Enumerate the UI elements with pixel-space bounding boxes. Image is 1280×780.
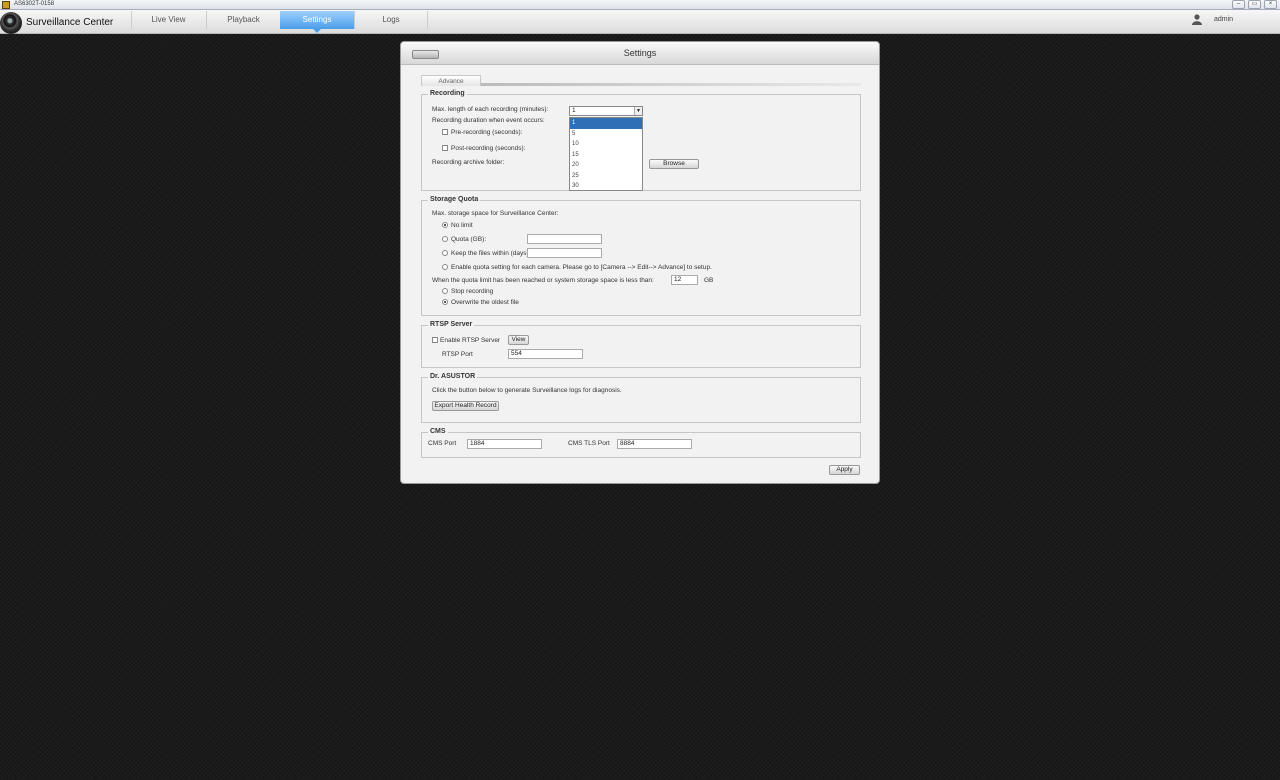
quota-gb-label: Quota (GB): bbox=[451, 236, 487, 243]
keep-days-input[interactable] bbox=[527, 248, 602, 258]
storage-quota-group: Storage Quota Max. storage space for Sur… bbox=[421, 196, 861, 316]
cms-tls-port-label: CMS TLS Port bbox=[568, 440, 610, 447]
max-storage-label: Max. storage space for Surveillance Cent… bbox=[432, 210, 559, 217]
overwrite-label: Overwrite the oldest file bbox=[451, 299, 519, 306]
quota-limit-unit: GB bbox=[704, 277, 714, 284]
stop-recording-radio[interactable] bbox=[442, 288, 448, 294]
quota-limit-input[interactable]: 12 bbox=[671, 275, 698, 285]
overwrite-radio[interactable] bbox=[442, 299, 448, 305]
user-icon[interactable] bbox=[1192, 14, 1202, 25]
no-limit-radio[interactable] bbox=[442, 222, 448, 228]
dr-asustor-legend: Dr. ASUSTOR bbox=[428, 373, 478, 380]
option-30[interactable]: 30 bbox=[570, 181, 642, 192]
user-name[interactable]: admin bbox=[1214, 16, 1233, 23]
settings-dialog: Settings Advance Recording Max. length o… bbox=[400, 41, 880, 484]
option-1[interactable]: 1 bbox=[570, 118, 642, 129]
post-recording-label: Post-recording (seconds): bbox=[451, 145, 526, 152]
tab-playback[interactable]: Playback bbox=[206, 11, 280, 29]
option-15[interactable]: 15 bbox=[570, 150, 642, 161]
maximize-button[interactable]: ▭ bbox=[1248, 0, 1261, 9]
keep-days-label: Keep the files within (days) bbox=[451, 250, 529, 257]
close-button[interactable]: × bbox=[1264, 0, 1277, 9]
tab-live-view[interactable]: Live View bbox=[131, 11, 205, 29]
dialog-title: Settings bbox=[623, 48, 657, 58]
tab-divider bbox=[481, 83, 861, 86]
storage-quota-legend: Storage Quota bbox=[428, 196, 481, 203]
dr-asustor-description: Click the button below to generate Surve… bbox=[432, 387, 622, 394]
cms-legend: CMS bbox=[428, 428, 448, 435]
cms-group: CMS CMS Port 1884 CMS TLS Port 8884 bbox=[421, 428, 861, 458]
rtsp-server-group: RTSP Server Enable RTSP Server View RTSP… bbox=[421, 321, 861, 368]
quota-limit-label: When the quota limit has been reached or… bbox=[432, 277, 654, 284]
tab-logs[interactable]: Logs bbox=[354, 11, 428, 29]
max-length-label: Max. length of each recording (minutes): bbox=[432, 106, 549, 113]
window-title-bar: AS6302T-0158 – ▭ × bbox=[0, 0, 1280, 10]
app-name: Surveillance Center bbox=[26, 17, 114, 28]
option-10[interactable]: 10 bbox=[570, 139, 642, 150]
pre-recording-checkbox[interactable] bbox=[442, 129, 448, 135]
pre-recording-label: Pre-recording (seconds): bbox=[451, 129, 523, 136]
rtsp-server-legend: RTSP Server bbox=[428, 321, 475, 328]
cms-tls-port-input[interactable]: 8884 bbox=[617, 439, 692, 449]
dr-asustor-group: Dr. ASUSTOR Click the button below to ge… bbox=[421, 373, 861, 423]
post-recording-checkbox[interactable] bbox=[442, 145, 448, 151]
cms-port-label: CMS Port bbox=[428, 440, 457, 447]
enable-rtsp-label: Enable RTSP Server bbox=[440, 337, 501, 344]
max-length-dropdown-list: 1 5 10 15 20 25 30 bbox=[569, 117, 643, 191]
rtsp-port-label: RTSP Port bbox=[442, 351, 473, 358]
app-icon bbox=[2, 1, 10, 9]
duration-label: Recording duration when event occurs: bbox=[432, 117, 545, 124]
cms-port-input[interactable]: 1884 bbox=[467, 439, 542, 449]
max-length-value: 1 bbox=[572, 107, 576, 114]
minimize-button[interactable]: – bbox=[1232, 0, 1245, 9]
export-health-record-button[interactable]: Export Health Record bbox=[432, 401, 499, 411]
per-camera-quota-radio[interactable] bbox=[442, 264, 448, 270]
chevron-down-icon[interactable]: ▼ bbox=[634, 107, 642, 115]
archive-folder-label: Recording archive folder: bbox=[432, 159, 505, 166]
keep-days-radio[interactable] bbox=[442, 250, 448, 256]
window-title: AS6302T-0158 bbox=[14, 1, 55, 7]
stop-recording-label: Stop recording bbox=[451, 288, 494, 295]
enable-rtsp-checkbox[interactable] bbox=[432, 337, 438, 343]
option-5[interactable]: 5 bbox=[570, 129, 642, 140]
option-20[interactable]: 20 bbox=[570, 160, 642, 171]
active-tab-indicator bbox=[313, 29, 321, 33]
apply-button[interactable]: Apply bbox=[829, 465, 860, 475]
browse-button[interactable]: Browse bbox=[649, 159, 699, 169]
option-25[interactable]: 25 bbox=[570, 171, 642, 182]
no-limit-label: No limit bbox=[451, 222, 473, 229]
max-length-select[interactable]: 1 ▼ bbox=[569, 106, 643, 116]
quota-gb-input[interactable] bbox=[527, 234, 602, 244]
rtsp-port-input[interactable]: 554 bbox=[508, 349, 583, 359]
quota-gb-radio[interactable] bbox=[442, 236, 448, 242]
camera-logo-icon bbox=[0, 12, 22, 34]
per-camera-quota-label: Enable quota setting for each camera. Pl… bbox=[451, 264, 712, 271]
tab-advance[interactable]: Advance bbox=[421, 75, 481, 86]
rtsp-view-button[interactable]: View bbox=[508, 335, 529, 345]
tab-settings[interactable]: Settings bbox=[280, 11, 354, 29]
recording-legend: Recording bbox=[428, 90, 467, 97]
